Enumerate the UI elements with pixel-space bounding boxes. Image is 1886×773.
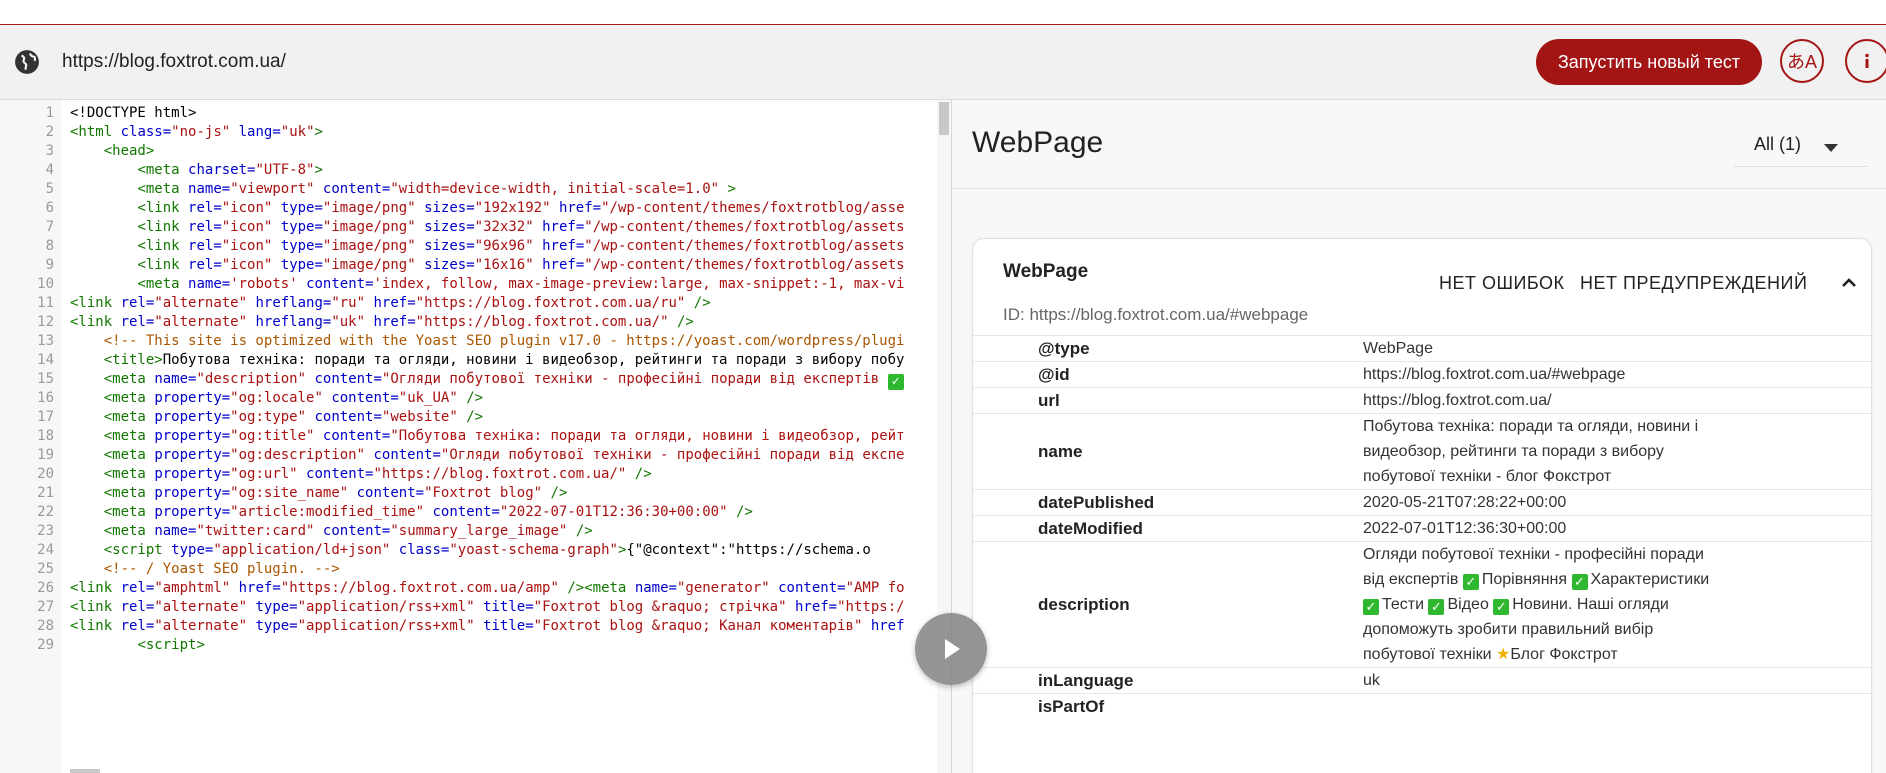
description-text: Блог Фокстрот [1510, 646, 1618, 663]
property-key: @id [1038, 365, 1070, 384]
property-row-type: @type WebPage [973, 335, 1871, 362]
source-code-pane[interactable]: 1 <!DOCTYPE html> 2 <html class="no-js" lan… [0, 100, 952, 773]
property-key: dateModified [1038, 519, 1143, 538]
warnings-status: НЕТ ПРЕДУПРЕЖДЕНИЙ [1580, 273, 1808, 293]
chevron-up-icon[interactable] [1841, 277, 1857, 287]
filter-selected-value: All (1) [1754, 134, 1802, 154]
check-mark-icon: ✓ [1462, 574, 1479, 590]
property-value: WebPage [1363, 340, 1433, 357]
property-row-url: url https://blog.foxtrot.com.ua/ [973, 387, 1871, 414]
check-mark-icon: ✓ [1428, 599, 1445, 615]
vertical-scrollbar-thumb[interactable] [939, 102, 949, 135]
property-value: 2020-05-21T07:28:22+00:00 [1363, 494, 1567, 511]
property-row-is-part-of: isPartOf [973, 693, 1871, 720]
description-text: Тести [1382, 596, 1429, 613]
check-mark-icon: ✓ [1493, 599, 1510, 615]
errors-status: НЕТ ОШИБОК [1439, 273, 1565, 293]
run-new-test-button[interactable]: Запустить новый тест [1536, 39, 1762, 85]
line-number: 29 [37, 637, 54, 653]
globe-icon [14, 49, 40, 75]
property-key: name [1038, 442, 1083, 461]
description-text: Характеристики [1590, 571, 1710, 588]
code-line: 29 <script> [0, 634, 951, 657]
item-filter-dropdown[interactable]: All (1) [1734, 126, 1868, 167]
play-button[interactable] [915, 613, 987, 685]
url-text[interactable]: https://blog.foxtrot.com.ua/ [62, 49, 286, 75]
results-pane: WebPage All (1) WebPage НЕТ ОШИБОК НЕТ П… [952, 100, 1886, 773]
property-row-description: description Огляди побутової техніки - п… [973, 541, 1871, 668]
property-value: Огляди побутової техніки - професійні по… [1363, 542, 1713, 667]
check-mark-icon: ✓ [1363, 599, 1379, 615]
code-text: <script> [137, 637, 205, 653]
property-key: description [1038, 595, 1130, 614]
play-icon [945, 639, 960, 659]
property-value: https://blog.foxtrot.com.ua/ [1363, 392, 1552, 409]
description-text: Порівняння [1481, 571, 1572, 588]
detected-type-title: WebPage [972, 126, 1104, 159]
top-accent-bar [0, 0, 1886, 25]
card-title: WebPage [1003, 261, 1089, 282]
property-row-date-published: datePublished 2020-05-21T07:28:22+00:00 [973, 489, 1871, 516]
property-value: 2022-07-01T12:36:30+00:00 [1363, 520, 1567, 537]
property-key: inLanguage [1038, 671, 1134, 690]
description-text: Відео [1447, 596, 1494, 613]
property-key: @type [1038, 339, 1090, 358]
property-value: https://blog.foxtrot.com.ua/#webpage [1363, 366, 1626, 383]
star-icon: ★ [1496, 646, 1511, 663]
horizontal-scrollbar-thumb[interactable] [70, 769, 100, 773]
property-value: uk [1363, 672, 1380, 689]
property-row-id: @id https://blog.foxtrot.com.ua/#webpage [973, 361, 1871, 388]
info-icon [1865, 53, 1869, 68]
webpage-item-card: WebPage НЕТ ОШИБОК НЕТ ПРЕДУПРЕЖДЕНИЙ ID… [972, 238, 1872, 773]
property-key: url [1038, 391, 1060, 410]
property-value: Побутова техніка: поради та огляди, нови… [1363, 418, 1699, 485]
header-divider [952, 188, 1886, 189]
card-id: ID: https://blog.foxtrot.com.ua/#webpage [1003, 305, 1309, 324]
property-key: isPartOf [1038, 697, 1105, 716]
property-row-in-language: inLanguage uk [973, 667, 1871, 694]
language-button[interactable]: あA [1780, 39, 1824, 83]
caret-down-icon [1824, 144, 1838, 152]
translate-icon: あA [1786, 52, 1817, 72]
property-key: datePublished [1038, 493, 1155, 512]
check-mark-icon: ✓ [1571, 574, 1588, 590]
info-button[interactable] [1845, 39, 1886, 83]
property-row-date-modified: dateModified 2022-07-01T12:36:30+00:00 [973, 515, 1871, 542]
property-row-name: name Побутова техніка: поради та огляди,… [973, 413, 1871, 490]
url-bar: https://blog.foxtrot.com.ua/ Запустить н… [0, 25, 1886, 100]
